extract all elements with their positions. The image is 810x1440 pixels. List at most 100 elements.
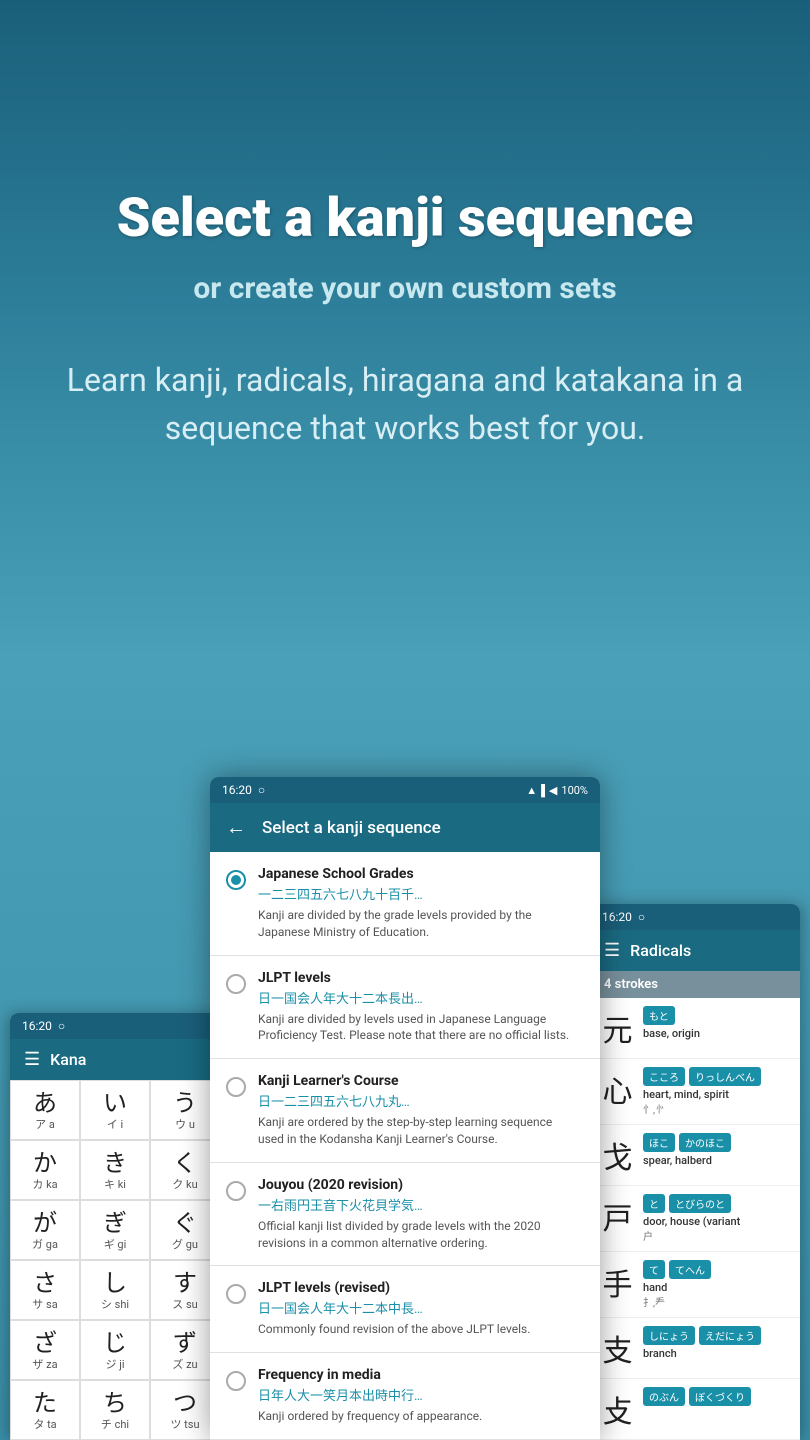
hero-section: Select a kanji sequence or create your o… [0, 0, 810, 660]
radical-info: ほこかのほこ spear, halberd [643, 1133, 790, 1167]
radicals-app-bar: ☰ Radicals [590, 930, 800, 971]
hero-title: Select a kanji sequence [117, 188, 694, 250]
sequence-item[interactable]: Frequency in media 日年人大一笑月本出時中行… Kanji o… [210, 1353, 600, 1440]
status-bar-right: 16:20 ○ [590, 904, 800, 930]
kana-cell[interactable]: が ガ ga [10, 1200, 80, 1260]
radical-tag: ほこ [643, 1133, 675, 1152]
radical-alt: 户 [643, 1228, 790, 1243]
wifi-icon: ▲ [526, 784, 537, 797]
seq-desc: Kanji ordered by frequency of appearance… [258, 1408, 482, 1425]
status-bar-left: 16:20 ○ [10, 1013, 220, 1039]
radical-item[interactable]: 戈 ほこかのほこ spear, halberd [590, 1125, 800, 1186]
seq-desc: Kanji are ordered by the step-by-step le… [258, 1114, 580, 1148]
radical-meaning: heart, mind, spirit [643, 1088, 790, 1101]
seq-title: JLPT levels [258, 970, 580, 986]
radical-character: 支 [600, 1326, 635, 1370]
signal-icon: ▌◀ [541, 784, 557, 797]
radical-meaning: hand [643, 1281, 790, 1294]
radical-tag: とびらのと [669, 1194, 731, 1213]
radical-character: 戈 [600, 1133, 635, 1177]
radio-button[interactable] [226, 1371, 246, 1391]
radio-button[interactable] [226, 870, 246, 890]
radio-button[interactable] [226, 1077, 246, 1097]
radio-button[interactable] [226, 1284, 246, 1304]
kana-cell[interactable]: さ サ sa [10, 1260, 80, 1320]
radical-character: 手 [600, 1260, 635, 1304]
seq-title: Japanese School Grades [258, 866, 580, 882]
kana-cell[interactable]: あ ア a [10, 1080, 80, 1140]
phone-left: 16:20 ○ ☰ Kana あ ア a い イ i う ウ u か カ ka … [10, 1013, 220, 1440]
kana-cell[interactable]: じ ジ ji [80, 1320, 150, 1380]
sequence-item[interactable]: JLPT levels 日一国会人年大十二本長出… Kanji are divi… [210, 956, 600, 1060]
seq-kanji: 日一国会人年大十二本長出… [258, 988, 580, 1007]
hero-description: Learn kanji, radicals, hiragana and kata… [55, 356, 755, 452]
back-button[interactable]: ← [226, 815, 246, 840]
radical-info: ととびらのと door, house (variant 户 [643, 1194, 790, 1243]
kana-cell[interactable]: か カ ka [10, 1140, 80, 1200]
circle-icon-center: ○ [258, 783, 265, 797]
seq-desc: Commonly found revision of the above JLP… [258, 1321, 530, 1338]
status-left-center: 16:20 ○ [222, 783, 265, 797]
seq-desc: Official kanji list divided by grade lev… [258, 1218, 580, 1252]
radical-meaning: branch [643, 1347, 790, 1360]
kana-cell[interactable]: た タ ta [10, 1380, 80, 1440]
kana-title: Kana [50, 1050, 86, 1069]
radical-tags: もと [643, 1006, 790, 1025]
radical-tag: えだにょう [699, 1326, 761, 1345]
kana-cell[interactable]: ざ ザ za [10, 1320, 80, 1380]
time-left: 16:20 [22, 1019, 52, 1033]
radical-tags: のぶんぼくづくり [643, 1387, 790, 1406]
radical-info: しにょうえだにょう branch [643, 1326, 790, 1360]
kana-cell[interactable]: き キ ki [80, 1140, 150, 1200]
radical-info: のぶんぼくづくり [643, 1387, 790, 1408]
kana-cell[interactable]: い イ i [80, 1080, 150, 1140]
radical-item[interactable]: 攴 のぶんぼくづくり [590, 1379, 800, 1440]
status-bar-center: 16:20 ○ ▲ ▌◀ 100% [210, 777, 600, 803]
kana-cell[interactable]: ぎ ギ gi [80, 1200, 150, 1260]
seq-title: JLPT levels (revised) [258, 1280, 530, 1296]
radical-info: こころりっしんべん heart, mind, spirit 忄,㣺 [643, 1067, 790, 1116]
phone-right: 16:20 ○ ☰ Radicals 4 strokes 元 もと base, … [590, 904, 800, 1440]
sequence-item[interactable]: JLPT levels (revised) 日一国会人年大十二本中長… Comm… [210, 1266, 600, 1353]
radio-button[interactable] [226, 1181, 246, 1201]
menu-icon-left[interactable]: ☰ [24, 1049, 40, 1070]
seq-title: Frequency in media [258, 1367, 482, 1383]
seq-kanji: 一二三四五六七八九十百千… [258, 884, 580, 903]
seq-title: Jouyou (2020 revision) [258, 1177, 580, 1193]
time-right: 16:20 [602, 910, 632, 924]
center-app-bar: ← Select a kanji sequence [210, 803, 600, 852]
kana-cell[interactable]: ち チ chi [80, 1380, 150, 1440]
radical-item[interactable]: 元 もと base, origin [590, 998, 800, 1059]
radical-tags: ててへん [643, 1260, 790, 1279]
radical-item[interactable]: 支 しにょうえだにょう branch [590, 1318, 800, 1379]
seq-kanji: 日年人大一笑月本出時中行… [258, 1385, 482, 1404]
seq-desc: Kanji are divided by the grade levels pr… [258, 907, 580, 941]
circle-icon-left: ○ [58, 1019, 65, 1033]
radical-tags: こころりっしんべん [643, 1067, 790, 1086]
center-app-title: Select a kanji sequence [262, 818, 441, 838]
sequence-item[interactable]: Kanji Learner's Course 日一二三四五六七八九丸… Kanj… [210, 1059, 600, 1163]
radical-character: 元 [600, 1006, 635, 1050]
circle-icon-right: ○ [638, 910, 645, 924]
seq-desc: Kanji are divided by levels used in Japa… [258, 1011, 580, 1045]
menu-icon-right[interactable]: ☰ [604, 940, 620, 961]
sequence-item[interactable]: Japanese School Grades 一二三四五六七八九十百千… Kan… [210, 852, 600, 956]
sequence-item[interactable]: Jouyou (2020 revision) 一右雨円王音下火花貝学気… Off… [210, 1163, 600, 1267]
radical-item[interactable]: 心 こころりっしんべん heart, mind, spirit 忄,㣺 [590, 1059, 800, 1125]
radical-item[interactable]: 戸 ととびらのと door, house (variant 户 [590, 1186, 800, 1252]
radical-tag: しにょう [643, 1326, 695, 1345]
radical-character: 戸 [600, 1194, 635, 1238]
radical-tag: てへん [669, 1260, 711, 1279]
sequence-list: Japanese School Grades 一二三四五六七八九十百千… Kan… [210, 852, 600, 1440]
radical-item[interactable]: 手 ててへん hand 扌,龵 [590, 1252, 800, 1318]
radical-alt: 忄,㣺 [643, 1101, 790, 1116]
kana-cell[interactable]: し シ shi [80, 1260, 150, 1320]
radio-button[interactable] [226, 974, 246, 994]
status-time-left: 16:20 ○ [22, 1019, 65, 1033]
radical-tag: ぼくづくり [689, 1387, 751, 1406]
seq-title: Kanji Learner's Course [258, 1073, 580, 1089]
radical-meaning: spear, halberd [643, 1154, 790, 1167]
radical-tag: て [643, 1260, 665, 1279]
seq-kanji: 一右雨円王音下火花貝学気… [258, 1195, 580, 1214]
radical-tag: のぶん [643, 1387, 685, 1406]
